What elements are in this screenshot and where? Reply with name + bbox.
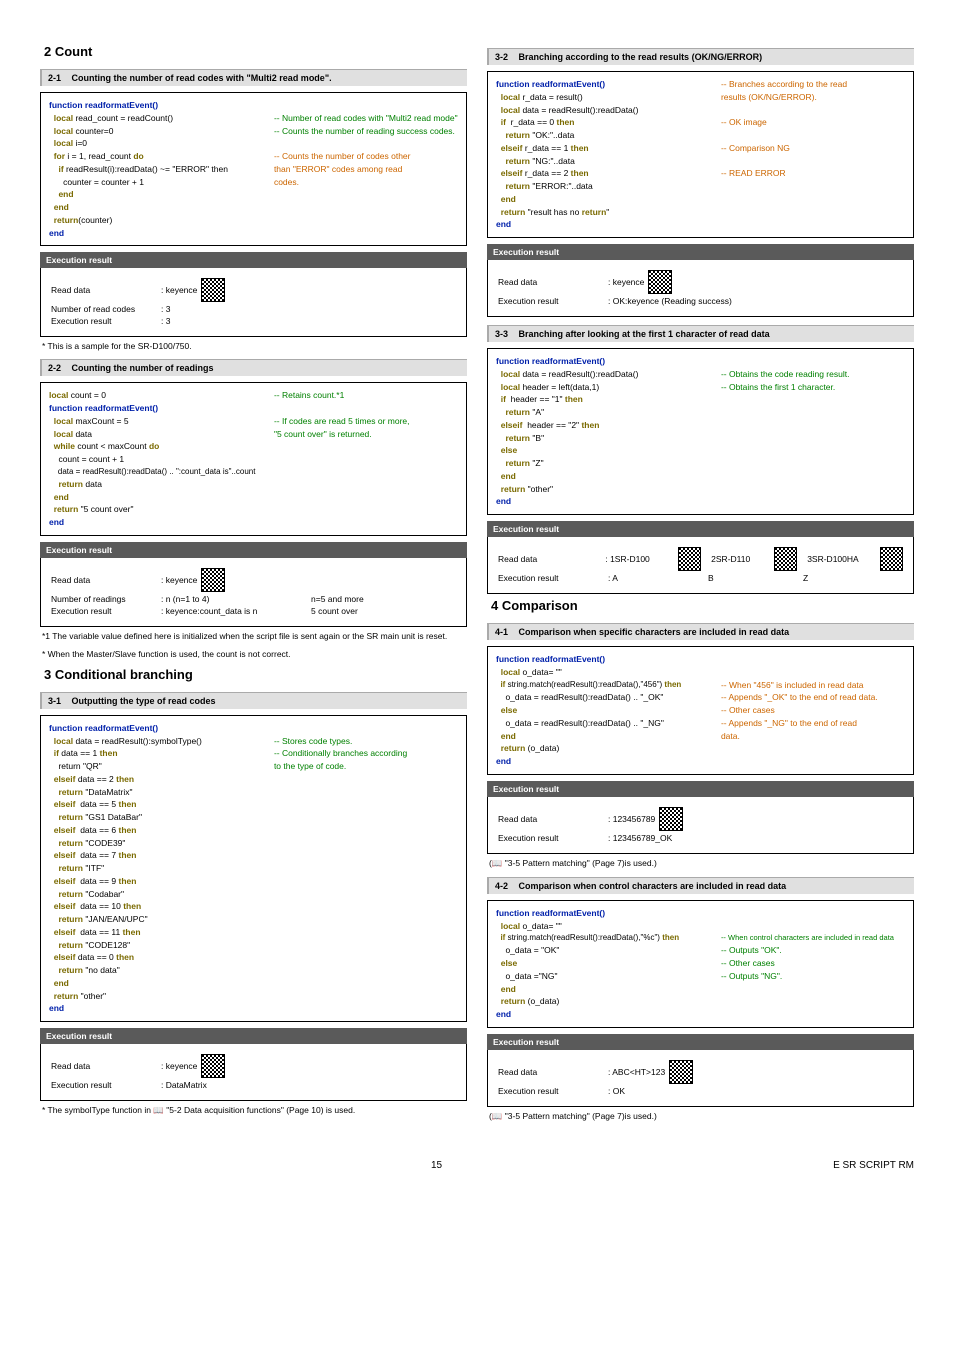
- section-2-2-head: 2-2 Counting the number of readings: [40, 359, 467, 376]
- code-3-1: function readformatEvent() local data = …: [40, 715, 467, 1022]
- exec-body-2-2: Read data: keyence Number of readings: n…: [40, 558, 467, 627]
- section-3-3-head: 3-3 Branching after looking at the first…: [487, 325, 914, 342]
- note-2-2b: * When the Master/Slave function is used…: [42, 649, 467, 659]
- exec-body-4-1: Read data: 123456789 Execution result: 1…: [487, 797, 914, 854]
- page-footer: 15 E SR SCRIPT RM: [40, 1160, 914, 1171]
- code-2-2: local count = 0-- Retains count.*1 funct…: [40, 382, 467, 536]
- section-2-1-head: 2-1 Counting the number of read codes wi…: [40, 69, 467, 86]
- exec-head-4-1: Execution result: [487, 781, 914, 797]
- section-4-2-head: 4-2 Comparison when control characters a…: [487, 877, 914, 894]
- exec-head-3-1: Execution result: [40, 1028, 467, 1044]
- heading-3: 3 Conditional branching: [40, 667, 467, 682]
- qr-icon: [669, 1060, 693, 1084]
- code-2-1: function readformatEvent() local read_co…: [40, 92, 467, 246]
- code-4-2: function readformatEvent() local o_data=…: [487, 900, 914, 1028]
- note-2-2a: *1 The variable value defined here is in…: [42, 631, 467, 641]
- exec-head-2-2: Execution result: [40, 542, 467, 558]
- qr-icon: [880, 547, 903, 571]
- note-2-1: * This is a sample for the SR-D100/750.: [42, 341, 467, 351]
- doc-id: E SR SCRIPT RM: [833, 1160, 914, 1171]
- qr-icon: [201, 278, 225, 302]
- code-3-2: function readformatEvent()-- Branches ac…: [487, 71, 914, 238]
- heading-4: 4 Comparison: [487, 598, 914, 613]
- exec-body-3-2: Read data: keyence Execution result: OK:…: [487, 260, 914, 317]
- code-4-1: function readformatEvent() local o_data=…: [487, 646, 914, 775]
- qr-icon: [659, 807, 683, 831]
- exec-body-2-1: Read data: keyence Number of read codes:…: [40, 268, 467, 337]
- exec-body-3-3: Read data : 1SR-D100 2SR-D110 3SR-D100HA…: [487, 537, 914, 594]
- qr-icon: [201, 1054, 225, 1078]
- page-number: 15: [431, 1160, 442, 1171]
- exec-head-2-1: Execution result: [40, 252, 467, 268]
- qr-icon: [774, 547, 797, 571]
- note-4-1: (📖 "3-5 Pattern matching" (Page 7)is use…: [489, 858, 914, 869]
- section-3-2-head: 3-2 Branching according to the read resu…: [487, 48, 914, 65]
- exec-body-3-1: Read data: keyence Execution result: Dat…: [40, 1044, 467, 1101]
- exec-body-4-2: Read data: ABC<HT>123 Execution result: …: [487, 1050, 914, 1107]
- exec-head-4-2: Execution result: [487, 1034, 914, 1050]
- right-column: 3-2 Branching according to the read resu…: [487, 40, 914, 1130]
- qr-icon: [648, 270, 672, 294]
- section-3-1-head: 3-1 Outputting the type of read codes: [40, 692, 467, 709]
- code-3-3: function readformatEvent() local data = …: [487, 348, 914, 515]
- qr-icon: [201, 568, 225, 592]
- note-4-2: (📖 "3-5 Pattern matching" (Page 7)is use…: [489, 1111, 914, 1122]
- exec-head-3-3: Execution result: [487, 521, 914, 537]
- qr-icon: [678, 547, 701, 571]
- note-3-1: * The symbolType function in 📖 "5-2 Data…: [42, 1105, 467, 1116]
- section-4-1-head: 4-1 Comparison when specific characters …: [487, 623, 914, 640]
- heading-2: 2 Count: [40, 44, 467, 59]
- exec-head-3-2: Execution result: [487, 244, 914, 260]
- left-column: 2 Count 2-1 Counting the number of read …: [40, 40, 467, 1130]
